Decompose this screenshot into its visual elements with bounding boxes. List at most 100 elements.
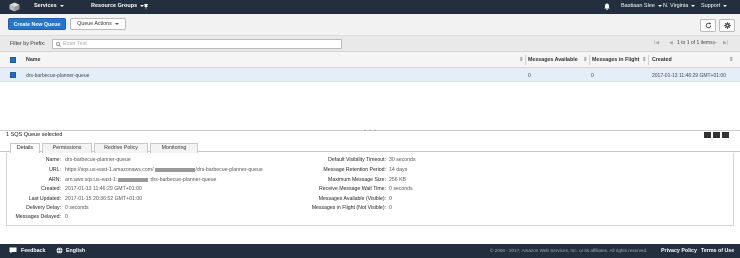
copyright-text: © 2008 - 2017, Amazon Web Services, Inc.…	[490, 248, 648, 253]
detail-value: 0	[65, 214, 68, 220]
region-label: N. Virginia	[663, 3, 689, 9]
redacted-account-id	[154, 167, 195, 172]
url-suffix: /drs-barbecue-planner-queue	[195, 167, 263, 173]
footer-bar: Feedback English © 2008 - 2017, Amazon W…	[0, 244, 740, 258]
layout-split-icon[interactable]	[713, 132, 720, 138]
queue-arn-value: arn:aws:sqs:us-east-1: :drs-barbecue-plan…	[65, 177, 216, 183]
selection-status: 1 SQS Queue selected	[6, 132, 63, 138]
column-header-name[interactable]: Name	[26, 57, 40, 63]
terms-of-use-link[interactable]: Terms of Use	[701, 248, 734, 254]
detail-value: 2017-01-13 11:46:29 GMT+01:00	[65, 186, 142, 192]
detail-key: ARN:	[48, 177, 61, 183]
user-menu[interactable]: Bastiaan Slee	[621, 3, 662, 9]
globe-icon	[56, 247, 63, 254]
detail-value: 256 KB	[389, 177, 407, 183]
next-page-button[interactable]: ▶	[713, 40, 717, 46]
sort-icon: ⇕	[642, 57, 647, 63]
queue-url-value: https://sqs.us-east-1.amazonaws.com/ /drs…	[65, 167, 263, 173]
queue-actions-label: Queue Actions	[77, 21, 112, 27]
tab-permissions[interactable]: Permissions	[42, 143, 92, 153]
detail-value: 2017-01-15 20:36:52 GMT+01:00	[65, 196, 143, 202]
pane-layout-controls	[704, 132, 729, 138]
detail-value: 30 seconds	[389, 157, 416, 163]
select-all-checkbox[interactable]	[10, 57, 16, 63]
detail-key: URL:	[49, 167, 61, 173]
privacy-policy-link[interactable]: Privacy Policy	[661, 248, 697, 254]
chevron-down-icon	[59, 4, 64, 7]
refresh-button[interactable]	[700, 19, 716, 32]
detail-key: Created:	[41, 186, 61, 192]
splitter-grip-icon[interactable]: • • •	[364, 128, 377, 134]
refresh-icon	[705, 22, 711, 29]
messages-in-flight-cell: 0	[591, 73, 594, 79]
services-menu[interactable]: Services	[34, 3, 64, 9]
detail-key: Messages in Flight (Not Visible):	[311, 205, 386, 211]
detail-key: Messages Available (Visible):	[318, 196, 386, 202]
top-navigation-bar: Services Resource Groups Bastiaan Slee N…	[0, 0, 740, 14]
pagination-status: 1 to 1 of 1 items	[677, 40, 713, 46]
create-new-queue-button[interactable]: Create New Queue	[8, 18, 66, 30]
table-header: Name ⇕ Messages Available ⇕ Messages in …	[0, 52, 740, 68]
detail-key: Message Retention Period:	[323, 167, 386, 173]
pin-icon[interactable]	[143, 4, 149, 10]
support-menu[interactable]: Support	[701, 3, 728, 9]
detail-value: 14 days	[389, 167, 408, 173]
queue-actions-button[interactable]: Queue Actions	[70, 18, 126, 30]
layout-bottom-icon[interactable]	[704, 132, 711, 138]
search-icon	[56, 42, 61, 47]
aws-cube-logo-icon[interactable]	[9, 2, 20, 12]
detail-value: 0 seconds	[389, 186, 413, 192]
detail-value: 0	[389, 196, 392, 202]
resource-groups-menu[interactable]: Resource Groups	[91, 3, 145, 9]
resource-groups-label: Resource Groups	[91, 3, 138, 9]
first-page-button[interactable]: |◀	[654, 40, 659, 46]
chevron-down-icon	[657, 4, 662, 7]
detail-key: Receive Message Wait Time:	[319, 186, 386, 192]
feedback-icon	[9, 247, 17, 254]
tab-redrive-policy[interactable]: Redrive Policy	[94, 143, 148, 153]
arn-suffix: :drs-barbecue-planner-queue	[149, 177, 217, 183]
sort-icon: ⇕	[519, 57, 524, 63]
url-prefix: https://sqs.us-east-1.amazonaws.com/	[65, 167, 154, 173]
services-label: Services	[34, 3, 57, 9]
messages-available-cell: 0	[528, 73, 531, 79]
sort-icon: ⇕	[729, 57, 734, 63]
filter-input[interactable]: Enter Text	[52, 39, 342, 49]
column-header-created[interactable]: Created	[652, 57, 672, 63]
column-divider	[589, 55, 590, 65]
feedback-link[interactable]: Feedback	[21, 248, 45, 254]
detail-key: Name:	[45, 157, 61, 163]
arn-prefix: arn:aws:sqs:us-east-1:	[65, 177, 118, 183]
detail-key: Delivery Delay:	[26, 205, 61, 211]
tab-monitoring[interactable]: Monitoring	[150, 143, 198, 153]
table-row[interactable]: drs-barbecue-planner-queue 0 0 2017-01-1…	[0, 68, 740, 82]
sort-icon: ⇕	[583, 57, 588, 63]
filter-label: Filter by Prefix:	[10, 41, 46, 47]
filter-placeholder: Enter Text	[63, 41, 87, 47]
row-checkbox[interactable]	[10, 72, 16, 78]
column-divider	[648, 55, 649, 65]
layout-full-icon[interactable]	[722, 132, 729, 138]
detail-value: drs-barbecue-planner-queue	[65, 157, 131, 163]
settings-button[interactable]	[719, 19, 735, 32]
queue-name-cell: drs-barbecue-planner-queue	[26, 73, 90, 79]
chevron-down-icon	[114, 22, 119, 25]
support-label: Support	[701, 3, 721, 9]
user-name: Bastiaan Slee	[621, 3, 655, 9]
detail-key: Maximum Message Size:	[328, 177, 386, 183]
previous-page-button[interactable]: ◀	[669, 40, 673, 46]
region-menu[interactable]: N. Virginia	[663, 3, 696, 9]
column-header-messages-available[interactable]: Messages Available	[528, 57, 578, 63]
redacted-account-id	[118, 177, 149, 182]
detail-key: Default Visibility Timeout:	[328, 157, 386, 163]
detail-key: Messages Delayed:	[15, 214, 61, 220]
column-header-messages-in-flight[interactable]: Messages in Flight	[592, 57, 639, 63]
chevron-down-icon	[691, 4, 696, 7]
detail-key: Last Updated:	[28, 196, 61, 202]
language-selector[interactable]: English	[66, 248, 85, 254]
last-page-button[interactable]: ▶|	[723, 40, 728, 46]
bell-icon[interactable]	[604, 3, 610, 10]
created-cell: 2017-01-13 11:46:29 GMT+01:00	[652, 73, 726, 79]
column-divider	[525, 55, 526, 65]
detail-value: 0 seconds	[65, 205, 89, 211]
